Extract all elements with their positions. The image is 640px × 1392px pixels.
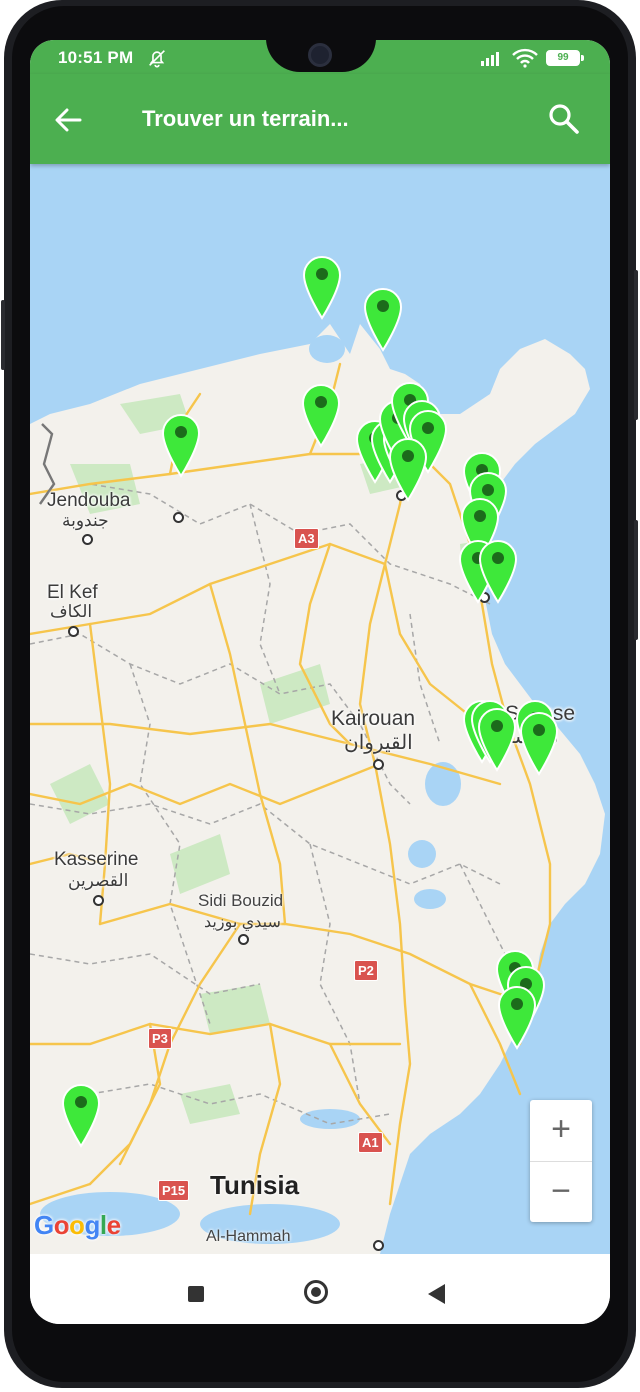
map-label-kasserine-ar: القصرين bbox=[68, 871, 129, 890]
city-dot-kasserine bbox=[93, 895, 104, 906]
city-dot-el-kef bbox=[68, 626, 79, 637]
map-label-sidi-bouzid-ar: سيدي بوزيد bbox=[204, 914, 281, 931]
status-time: 10:51 PM bbox=[58, 48, 134, 67]
city-dot-jendouba bbox=[82, 534, 93, 545]
recent-apps-button[interactable] bbox=[188, 1286, 204, 1302]
zoom-controls: + − bbox=[530, 1100, 592, 1222]
map-label-kairouan-ar: القيروان bbox=[344, 732, 413, 754]
location-pin[interactable] bbox=[477, 538, 519, 604]
location-pin[interactable] bbox=[476, 706, 518, 772]
screen: 10:51 PM 99 Trouver un terrain... Jendou… bbox=[30, 40, 610, 1324]
map-label-sidi-bouzid: Sidi Bouzid bbox=[198, 891, 284, 910]
road-shield-a3: A3 bbox=[294, 528, 319, 549]
back-arrow-icon[interactable] bbox=[50, 102, 86, 138]
app-bar: Trouver un terrain... bbox=[30, 74, 610, 164]
location-pin[interactable] bbox=[362, 286, 404, 352]
system-nav-bar bbox=[30, 1254, 610, 1324]
map-label-jendouba: Jendouba bbox=[47, 490, 131, 511]
map-label-country: Tunisia bbox=[210, 1170, 300, 1200]
home-button[interactable] bbox=[304, 1280, 328, 1304]
map-view[interactable]: Jendouba جندوبة El Kef الكاف Kairouan ال… bbox=[30, 164, 610, 1254]
system-back-button[interactable] bbox=[428, 1284, 445, 1304]
power-button bbox=[634, 270, 638, 420]
location-pin[interactable] bbox=[160, 412, 202, 478]
map-label-kairouan: Kairouan bbox=[331, 707, 416, 730]
road-shield-p3: P3 bbox=[148, 1028, 172, 1049]
location-pin[interactable] bbox=[387, 436, 429, 502]
signal-icon bbox=[481, 52, 499, 66]
city-dot-kairouan bbox=[373, 759, 384, 770]
zoom-out-button[interactable]: − bbox=[530, 1162, 592, 1222]
status-bar: 10:51 PM 99 bbox=[30, 40, 610, 74]
road-shield-p15: P15 bbox=[158, 1180, 190, 1201]
google-logo: Google bbox=[34, 1210, 121, 1240]
road-shield-p2: P2 bbox=[354, 960, 378, 981]
road-shield-a1: A1 bbox=[358, 1132, 383, 1153]
map-label-el-kef-ar: الكاف bbox=[50, 602, 93, 621]
muted-bell-icon bbox=[149, 50, 165, 68]
map-label-jendouba-ar: جندوبة bbox=[62, 511, 109, 530]
map-label-kasserine: Kasserine bbox=[54, 849, 139, 870]
wifi-icon bbox=[512, 48, 538, 68]
location-pin[interactable] bbox=[300, 382, 342, 448]
battery-tip bbox=[581, 55, 584, 61]
city-dot-al-hammah bbox=[373, 1240, 384, 1251]
map-label-al-hammah: Al-Hammah bbox=[206, 1228, 291, 1245]
volume-button bbox=[1, 300, 5, 370]
search-icon[interactable] bbox=[546, 101, 582, 137]
battery-icon: 99 bbox=[546, 50, 580, 66]
location-pin[interactable] bbox=[301, 254, 343, 320]
front-camera bbox=[308, 43, 332, 67]
location-pin[interactable] bbox=[60, 1082, 102, 1148]
page-title: Trouver un terrain... bbox=[142, 106, 349, 131]
city-dot-beja bbox=[173, 512, 184, 523]
city-dot-sidi-bouzid bbox=[238, 934, 249, 945]
location-pin[interactable] bbox=[496, 984, 538, 1050]
map-label-el-kef: El Kef bbox=[47, 582, 98, 603]
location-pin[interactable] bbox=[518, 710, 560, 776]
zoom-in-button[interactable]: + bbox=[530, 1100, 592, 1160]
side-button bbox=[634, 520, 638, 640]
